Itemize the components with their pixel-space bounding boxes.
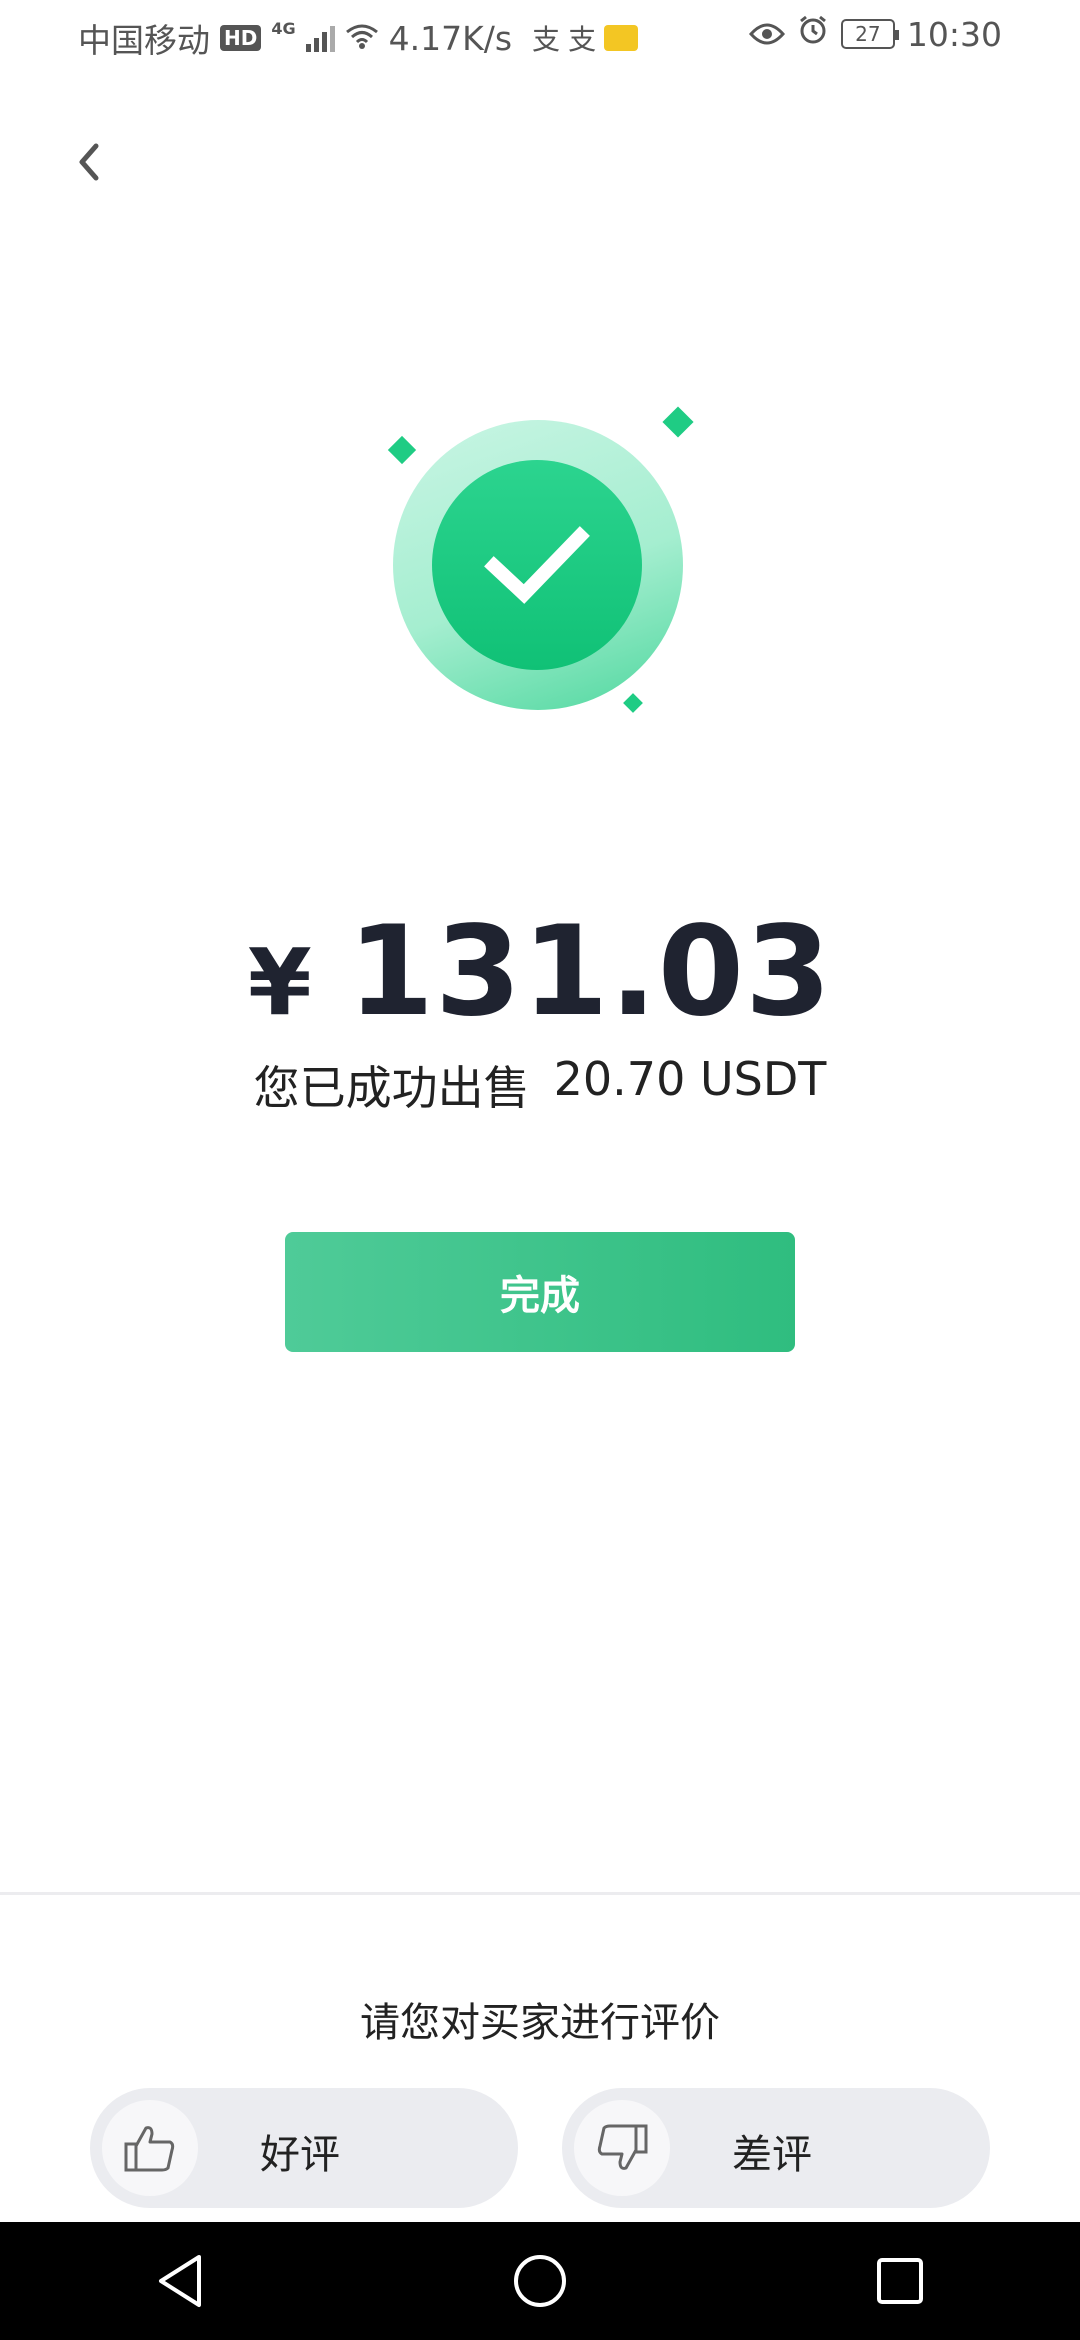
alarm-icon <box>797 14 829 54</box>
currency-symbol: ¥ <box>247 929 312 1036</box>
bad-rating-label: 差评 <box>732 2132 812 2178</box>
sale-success-page: 中国移动 HD 4G 4.17K/s 支 支 27 10:30 ¥ 131.03… <box>0 0 1080 2340</box>
rating-prompt: 请您对买家进行评价 <box>360 2000 720 2046</box>
network-type: 4G <box>271 18 296 38</box>
sparkle-decoration <box>387 435 417 465</box>
thumbs-up-icon <box>102 2100 198 2196</box>
nav-recents-icon <box>877 2258 923 2304</box>
hd-badge: HD <box>220 25 262 51</box>
amount-value: 131.03 <box>347 900 833 1044</box>
success-illustration <box>380 400 700 720</box>
status-bar: 中国移动 HD 4G 4.17K/s 支 支 27 10:30 <box>0 0 1080 76</box>
sold-summary: 您已成功出售 20.70 USDT <box>0 1052 1080 1118</box>
sparkle-decoration <box>623 693 643 713</box>
sparkle-decoration <box>662 406 694 438</box>
clock: 10:30 <box>906 14 1002 54</box>
nav-home-icon <box>514 2255 566 2307</box>
good-rating-label: 好评 <box>260 2132 340 2178</box>
sold-amount: 20.70 USDT <box>553 1052 827 1106</box>
back-arrow-icon <box>79 143 99 181</box>
wifi-icon <box>345 19 379 58</box>
good-rating-button[interactable]: 好评 <box>90 2088 518 2208</box>
network-speed: 4.17K/s <box>388 18 513 58</box>
alipay-icon: 支 <box>568 23 597 56</box>
nav-back-icon <box>159 2255 201 2307</box>
thumbs-down-icon <box>574 2100 670 2196</box>
success-badge <box>432 460 642 670</box>
done-button[interactable]: 完成 <box>285 1232 795 1352</box>
nav-back-button[interactable] <box>120 2222 240 2340</box>
check-icon <box>484 526 590 604</box>
sold-label: 您已成功出售 <box>253 1061 530 1115</box>
back-button[interactable] <box>62 132 114 192</box>
carrier-name: 中国移动 <box>78 21 210 60</box>
eye-icon <box>748 15 785 54</box>
signal-icon <box>305 24 335 52</box>
notification-icons: 支 支 <box>532 18 639 58</box>
alipay-icon: 支 <box>532 23 561 56</box>
divider <box>0 1892 1080 1895</box>
system-nav-bar <box>0 2222 1080 2340</box>
amount-display: ¥ 131.03 <box>0 900 1080 1044</box>
bad-rating-button[interactable]: 差评 <box>562 2088 990 2208</box>
nav-home-button[interactable] <box>480 2222 600 2340</box>
battery-icon: 27 <box>840 19 899 49</box>
app-notification-icon <box>604 25 639 51</box>
nav-recents-button[interactable] <box>840 2222 960 2340</box>
